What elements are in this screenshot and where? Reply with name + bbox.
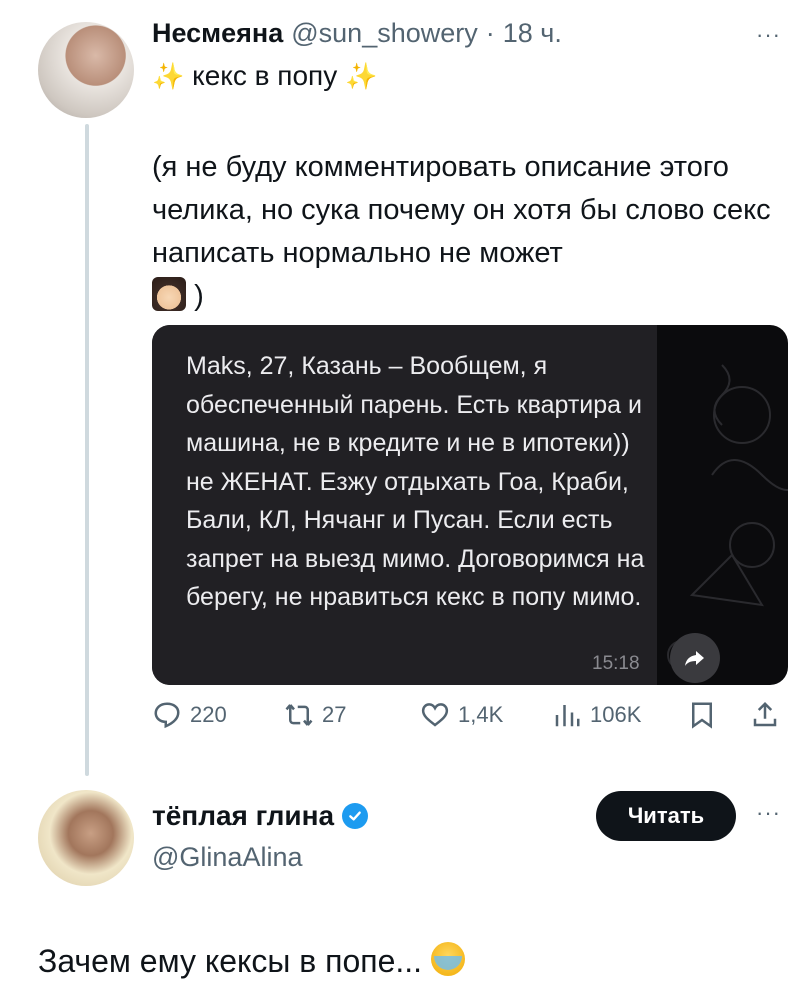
sparkles-icon: ✨ — [152, 61, 185, 91]
tweet-body-end: ) — [194, 280, 204, 312]
views-count: 106K — [590, 702, 642, 727]
tweet-title: ✨ кекс в попу ✨ — [152, 60, 377, 92]
forward-arrow-icon — [670, 633, 720, 683]
crying-face-emoji-icon — [430, 942, 465, 976]
follow-button[interactable]: Читать — [596, 791, 736, 841]
share-button[interactable] — [750, 700, 780, 730]
woman-getting-massage-emoji-icon — [152, 277, 186, 311]
tweet-actions: 220 27 1,4K 106K — [152, 700, 792, 740]
display-name-row: тёплая глина — [152, 800, 369, 832]
tweet-body-text: (я не буду комментировать описание этого… — [152, 151, 771, 269]
separator-dot: · — [485, 18, 495, 48]
share-icon — [753, 701, 777, 727]
reply-count: 220 — [190, 702, 227, 727]
retweet-icon — [285, 704, 313, 726]
user-handle[interactable]: @GlinaAlina — [152, 842, 302, 873]
tweet-body: (я не буду комментировать описание этого… — [152, 146, 792, 318]
like-count: 1,4K — [458, 702, 504, 727]
views-button[interactable]: 106K — [552, 700, 641, 730]
more-options-icon[interactable]: ··· — [756, 800, 781, 826]
user-handle[interactable]: @sun_showery — [291, 18, 478, 49]
heart-icon — [421, 703, 449, 727]
display-name[interactable]: Несмеяна — [152, 18, 283, 49]
reply-button[interactable]: 220 — [152, 700, 227, 730]
reply-icon — [154, 702, 180, 729]
media-screenshot[interactable]: Maks, 27, Казань – Вообщем, я обеспеченн… — [152, 325, 788, 685]
bookmark-button[interactable] — [687, 700, 717, 730]
more-options-icon[interactable]: ··· — [756, 22, 781, 48]
display-name[interactable]: тёплая глина — [152, 800, 334, 832]
bookmark-icon — [692, 702, 712, 729]
tweet-title-text: кекс в попу — [192, 60, 338, 91]
avatar[interactable] — [38, 22, 134, 118]
like-button[interactable]: 1,4K — [420, 700, 503, 730]
verified-badge-icon — [342, 803, 369, 829]
views-chart-icon — [555, 705, 580, 727]
tweet-text-content: Зачем ему кексы в попе... — [38, 943, 423, 979]
thread-line — [85, 124, 89, 776]
chat-message-time: 15:18 — [592, 653, 640, 674]
chat-message-text: Maks, 27, Казань – Вообщем, я обеспеченн… — [186, 352, 645, 611]
timestamp[interactable]: 18 ч. — [503, 18, 562, 49]
tweet-header: Несмеяна @sun_showery · 18 ч. — [152, 18, 562, 49]
tweet-text: Зачем ему кексы в попе... — [38, 942, 465, 980]
chat-message-bubble: Maks, 27, Казань – Вообщем, я обеспеченн… — [152, 325, 657, 685]
retweet-button[interactable]: 27 — [284, 700, 346, 730]
retweet-count: 27 — [322, 702, 347, 727]
avatar[interactable] — [38, 790, 134, 886]
sparkles-icon: ✨ — [344, 61, 378, 91]
